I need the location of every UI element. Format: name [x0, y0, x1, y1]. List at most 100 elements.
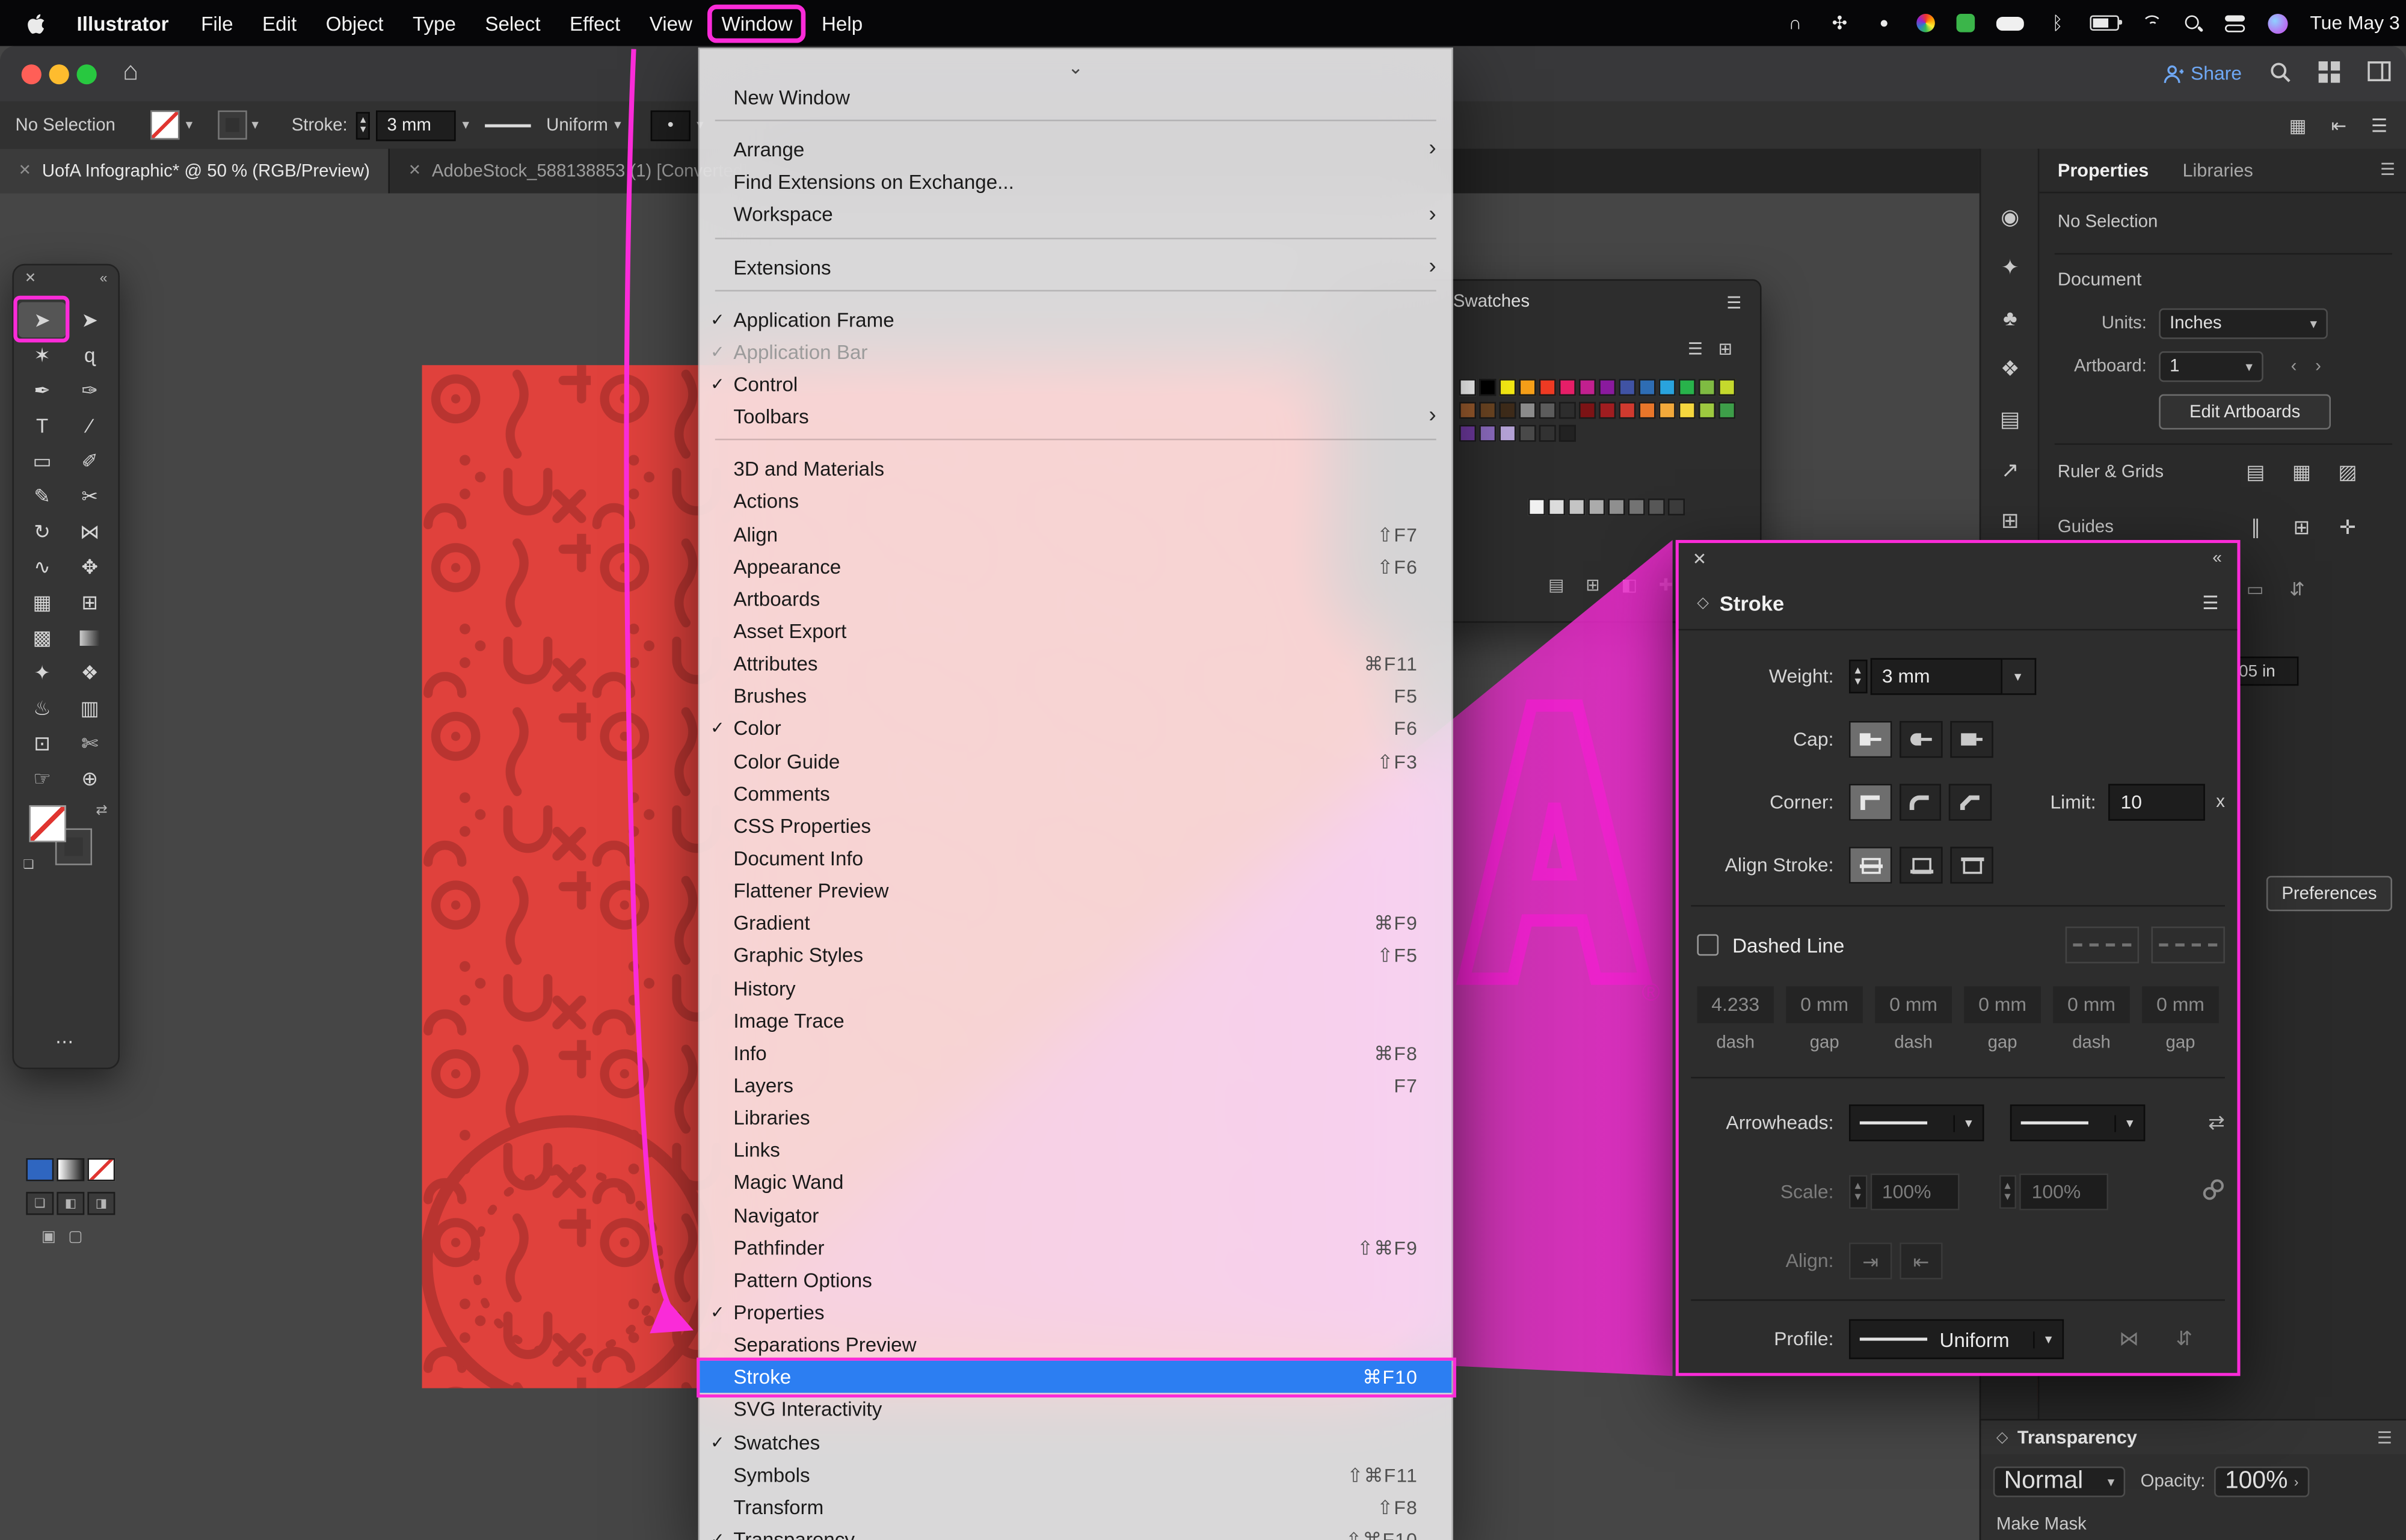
color-button[interactable] [26, 1158, 54, 1181]
line-segment-tool[interactable]: ∕ [66, 408, 114, 444]
new-swatch-icon[interactable]: ✚ [1659, 575, 1673, 595]
menu-item[interactable]: Color F6 [700, 713, 1451, 745]
panel-layout-icon[interactable] [2368, 61, 2390, 86]
menu-item[interactable]: Graphic Styles ⇧F5 [700, 939, 1451, 972]
layers-panel-icon[interactable]: ❖ [1981, 343, 2039, 394]
menu-item[interactable]: Symbols ⇧⌘F11 [700, 1458, 1451, 1491]
swatch[interactable] [1459, 425, 1476, 442]
menu-item[interactable]: Document Info [700, 842, 1451, 874]
miter-join-button[interactable] [1849, 784, 1891, 821]
panel-title[interactable]: Transparency [2017, 1426, 2137, 1448]
panel-title[interactable]: Stroke [1720, 591, 1784, 614]
profile-select[interactable]: Uniform ▾ [1849, 1319, 2064, 1359]
symbols-panel-icon[interactable]: ♣ [1981, 293, 2039, 343]
rectangle-tool[interactable]: ▭ [19, 443, 66, 479]
direct-selection-tool[interactable]: ➤ [66, 302, 114, 338]
menu-item[interactable]: Application Frame [700, 303, 1451, 336]
round-cap-button[interactable] [1900, 721, 1942, 758]
flip-icon[interactable]: ⇵ [2289, 578, 2305, 600]
paintbrush-tool[interactable]: ✐ [66, 443, 114, 479]
bevel-join-button[interactable] [1949, 784, 1991, 821]
scale-start-field[interactable]: 100% [1869, 1174, 1958, 1210]
hand-tool[interactable]: ☞ [19, 761, 66, 796]
pen-tool[interactable]: ✒ [19, 373, 66, 408]
swatch[interactable] [1479, 425, 1496, 442]
brush-definition-field[interactable]: • [651, 109, 691, 140]
scale-end-field[interactable]: 100% [2019, 1174, 2108, 1210]
selection-tool[interactable]: ➤ [19, 302, 66, 338]
swatch[interactable] [1479, 379, 1496, 396]
menu-item[interactable]: Links [700, 1134, 1451, 1167]
panel-menu-icon[interactable]: ☰ [1726, 293, 1741, 313]
make-mask-button[interactable]: Make Mask [1996, 1515, 2087, 1534]
swatch-themes-icon[interactable]: ⊞ [1586, 575, 1600, 595]
menu-item[interactable]: Properties [700, 1296, 1451, 1328]
shape-builder-tool[interactable]: ▦ [19, 584, 66, 620]
round-join-button[interactable] [1899, 784, 1941, 821]
edit-artboards-button[interactable]: Edit Artboards [2159, 394, 2331, 430]
screen-mode-alt-icon[interactable]: ▢ [68, 1229, 82, 1245]
menu-item[interactable]: Stroke ⌘F10 [700, 1361, 1451, 1393]
swatch[interactable] [1699, 402, 1715, 419]
battery-icon[interactable] [2091, 16, 2120, 31]
transparency-grid-icon[interactable]: ▨ [2331, 459, 2364, 486]
draw-normal-icon[interactable]: ❏ [26, 1192, 54, 1215]
swatch[interactable] [1548, 499, 1565, 515]
menu-item[interactable]: SVG Interactivity [700, 1393, 1451, 1426]
panel-menu-icon[interactable]: ☰ [2377, 1428, 2392, 1447]
menu-item[interactable]: Attributes ⌘F11 [700, 648, 1451, 680]
swatch[interactable] [1699, 379, 1715, 396]
flip-across-icon[interactable]: ⋈ [2119, 1327, 2139, 1352]
menu-item[interactable]: Actions [700, 485, 1451, 518]
collapse-icon[interactable]: « [2212, 549, 2222, 568]
stroke-dropdown-caret[interactable]: ▾ [251, 117, 259, 133]
menu-item[interactable]: Brushes F5 [700, 680, 1451, 713]
swatch[interactable] [1638, 402, 1655, 419]
swatch[interactable] [1599, 379, 1616, 396]
dash-gap-field[interactable]: 4.233 [1697, 986, 1774, 1023]
column-graph-tool[interactable]: ▥ [66, 690, 114, 726]
menu-item[interactable]: Artboards [700, 583, 1451, 615]
menu-item[interactable]: Find Extensions on Exchange... [700, 166, 1451, 198]
swatch[interactable] [1499, 379, 1516, 396]
perspective-grid-tool[interactable]: ⊞ [66, 584, 114, 620]
menu-item[interactable]: New Window [700, 81, 1451, 114]
dash-gap-field[interactable]: 0 mm [2142, 986, 2219, 1023]
menu-item[interactable]: Color Guide ⇧F3 [700, 745, 1451, 778]
menu-item[interactable]: Asset Export [700, 615, 1451, 648]
libraries-panel-icon[interactable]: ⊞ [1981, 495, 2039, 546]
workspace-switcher-icon[interactable] [2319, 61, 2340, 87]
zoom-window-button[interactable] [77, 64, 97, 84]
swatch[interactable] [1638, 379, 1655, 396]
menu-item[interactable]: Comments [700, 778, 1451, 810]
magic-wand-tool[interactable]: ✶ [19, 337, 66, 373]
profile-caret[interactable]: ▾ [614, 117, 621, 133]
gradient-tool[interactable] [66, 620, 114, 655]
menu-item[interactable]: 3D and Materials [700, 453, 1451, 485]
align-arrowhead-tip-button[interactable]: ⇥ [1849, 1242, 1892, 1279]
menu-item[interactable]: Extensions [700, 251, 1451, 283]
reflect-tool[interactable]: ⋈ [66, 514, 114, 550]
menu-item[interactable]: Toolbars [700, 400, 1451, 433]
menu-item[interactable]: Swatches [700, 1426, 1451, 1458]
edit-toolbar-icon[interactable]: ⋯ [14, 1031, 118, 1052]
swatch[interactable] [1619, 402, 1635, 419]
blend-tool[interactable]: ❖ [66, 655, 114, 690]
swatch[interactable] [1608, 499, 1625, 515]
swatch[interactable] [1718, 379, 1735, 396]
preferences-button[interactable]: Preferences [2266, 876, 2392, 912]
menu-item[interactable]: Image Trace [700, 1004, 1451, 1037]
close-tab-icon[interactable]: ✕ [19, 162, 31, 179]
swatch[interactable] [1668, 499, 1685, 515]
align-arrowhead-end-button[interactable]: ⇤ [1900, 1242, 1942, 1279]
eyedropper-tool[interactable]: ✦ [19, 655, 66, 690]
menubar-item[interactable]: File [201, 11, 233, 34]
menu-item[interactable]: Application Bar [700, 336, 1451, 368]
profile-value[interactable]: Uniform [546, 116, 608, 135]
prev-artboard-icon[interactable]: ‹ [2291, 357, 2297, 376]
fill-swatch[interactable] [150, 111, 179, 140]
menu-item[interactable]: Info ⌘F8 [700, 1037, 1451, 1069]
menubar-item[interactable]: Effect [570, 11, 620, 34]
tab-libraries[interactable]: Libraries [2182, 159, 2253, 181]
control-menu-icon[interactable]: ☰ [2371, 114, 2387, 136]
